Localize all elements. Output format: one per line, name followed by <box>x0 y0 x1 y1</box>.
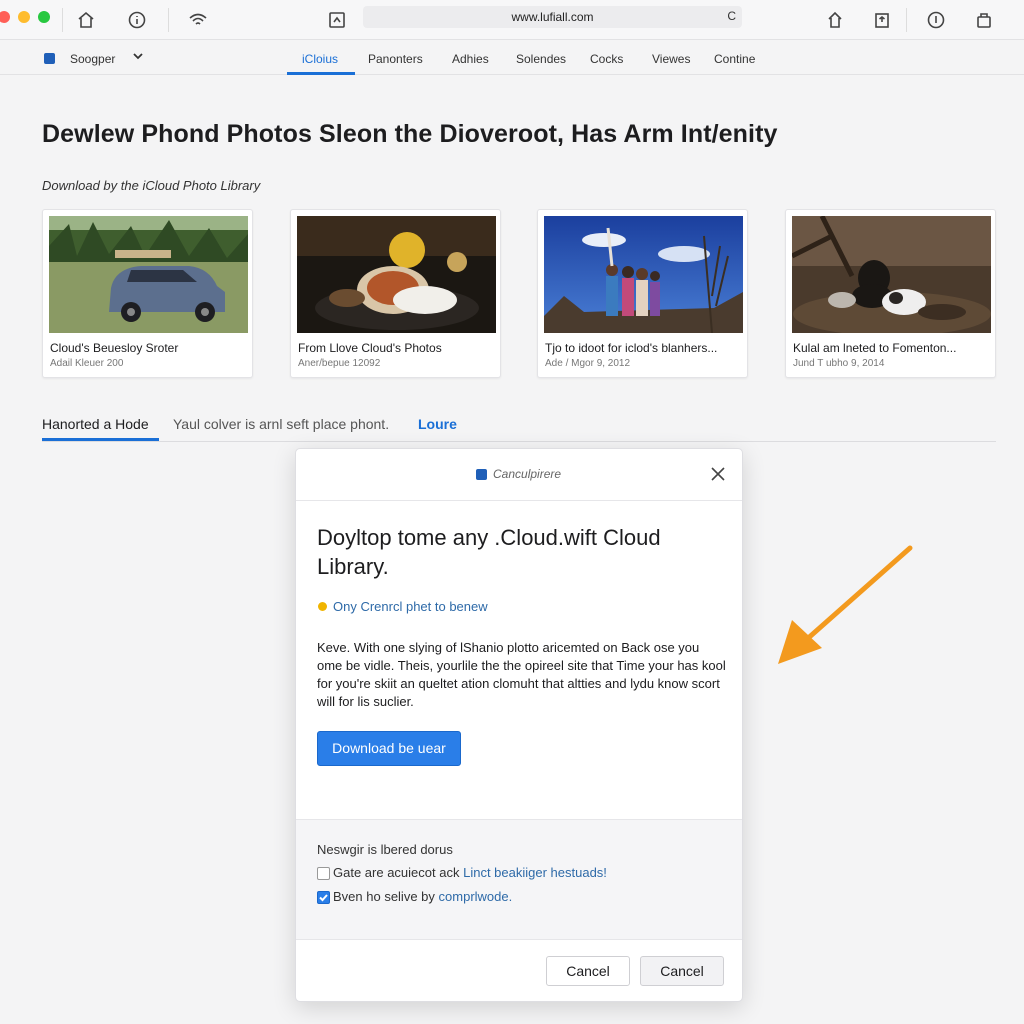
option-label[interactable]: Bven ho selive by comprlwode. <box>333 889 512 904</box>
tab-icloud[interactable]: iCloius <box>302 52 338 66</box>
page-subtitle: Download by the iCloud Photo Library <box>42 178 261 193</box>
dialog-status: Ony Crenrcl phet to benew <box>333 599 488 614</box>
option-text: Bven ho selive by <box>333 889 435 904</box>
card-title: Kulal am lneted to Fomenton... <box>793 341 957 355</box>
section-description: Yaul colver is arnl seft place phont. <box>173 416 390 432</box>
card-title: From Llove Cloud's Photos <box>298 341 442 355</box>
photo-card[interactable]: Kulal am lneted to Fomenton... Jund T ub… <box>785 209 996 378</box>
home-icon[interactable] <box>72 6 100 34</box>
address-bar[interactable]: www.lufiall.com C <box>363 6 742 28</box>
section-tab-active[interactable]: Hanorted a Hode <box>42 416 149 432</box>
cancel-button-secondary[interactable]: Cancel <box>640 956 724 986</box>
dialog-title: Doyltop tome any .Cloud.wift Cloud Libra… <box>317 525 661 579</box>
app-icon <box>476 469 487 480</box>
section-divider <box>42 441 996 442</box>
card-meta: Jund T ubho 9, 2014 <box>793 358 885 369</box>
bookmark-icon[interactable] <box>821 6 849 34</box>
minimize-window-button[interactable] <box>18 11 30 23</box>
section-link[interactable]: Loure <box>418 416 457 432</box>
toolbar-divider <box>62 8 63 32</box>
close-window-button[interactable] <box>0 11 10 23</box>
active-tab-indicator <box>287 72 355 75</box>
card-meta: Ade / Mgor 9, 2012 <box>545 358 631 369</box>
reload-icon[interactable]: C <box>727 9 736 23</box>
browser-toolbar: www.lufiall.com C <box>0 0 1024 40</box>
zoom-window-button[interactable] <box>38 11 50 23</box>
wifi-icon[interactable] <box>184 6 212 34</box>
download-dialog: Canculpirere Doyltop tome any .Cloud.wif… <box>295 448 743 1002</box>
card-title: Tjo to idoot for iclod's blanhers... <box>545 341 718 355</box>
dialog-header: Canculpirere <box>296 449 742 501</box>
tab-contine[interactable]: Contine <box>714 52 755 66</box>
tab-cocks[interactable]: Cocks <box>590 52 623 66</box>
dialog-header-title: Canculpirere <box>493 467 562 481</box>
puppies-photo <box>792 216 991 333</box>
photo-card[interactable]: Tjo to idoot for iclod's blanhers... Ade… <box>537 209 748 378</box>
tab-solendes[interactable]: Solendes <box>516 52 566 66</box>
site-logo[interactable] <box>44 53 55 64</box>
toolbar-divider <box>168 8 169 32</box>
status-dot-icon <box>318 602 327 611</box>
option-link[interactable]: Linct beakiiger hestuads! <box>463 865 607 880</box>
option-link[interactable]: comprlwode. <box>439 889 513 904</box>
option-text: Gate are acuiecot ack <box>333 865 460 880</box>
card-meta: Aner/bepue 12092 <box>298 358 381 369</box>
url-text: www.lufiall.com <box>511 10 594 24</box>
dialog-body-text: Keve. With one slying of lShanio plotto … <box>317 640 726 709</box>
site-navbar: Soogper iCloius Panonters Adhies Solende… <box>0 41 1024 75</box>
options-heading: Neswgir is lbered dorus <box>317 842 453 857</box>
page-title: Dewlew Phond Photos Sleon the Dioveroot,… <box>42 120 778 148</box>
tab-panonters[interactable]: Panonters <box>368 52 423 66</box>
arrow-annotation-icon <box>778 545 913 664</box>
people-photo <box>544 216 743 333</box>
option-label[interactable]: Gate are acuiecot ack Linct beakiiger he… <box>333 865 607 880</box>
download-button[interactable]: Download be uear <box>317 731 461 766</box>
share-icon[interactable] <box>868 6 896 34</box>
close-icon[interactable] <box>708 464 728 484</box>
tab-adhies[interactable]: Adhies <box>452 52 489 66</box>
option-checkbox-checked[interactable] <box>317 891 330 904</box>
clock-icon[interactable] <box>922 6 950 34</box>
card-meta: Adail Kleuer 200 <box>50 358 124 369</box>
account-menu-label[interactable]: Soogper <box>70 52 115 66</box>
tab-viewes[interactable]: Viewes <box>652 52 690 66</box>
dialog-options: Neswgir is lbered dorus Gate are acuieco… <box>296 819 742 940</box>
car-photo <box>49 216 248 333</box>
info-icon[interactable] <box>123 6 151 34</box>
option-checkbox[interactable] <box>317 867 330 880</box>
lock-icon[interactable] <box>970 6 998 34</box>
toolbar-divider <box>906 8 907 32</box>
cancel-button[interactable]: Cancel <box>546 956 630 986</box>
food-photo <box>297 216 496 333</box>
photo-card[interactable]: Cloud's Beuesloy Sroter Adail Kleuer 200 <box>42 209 253 378</box>
sidebar-icon[interactable] <box>323 6 351 34</box>
chevron-down-icon[interactable] <box>132 49 144 67</box>
photo-card[interactable]: From Llove Cloud's Photos Aner/bepue 120… <box>290 209 501 378</box>
card-title: Cloud's Beuesloy Sroter <box>50 341 179 355</box>
